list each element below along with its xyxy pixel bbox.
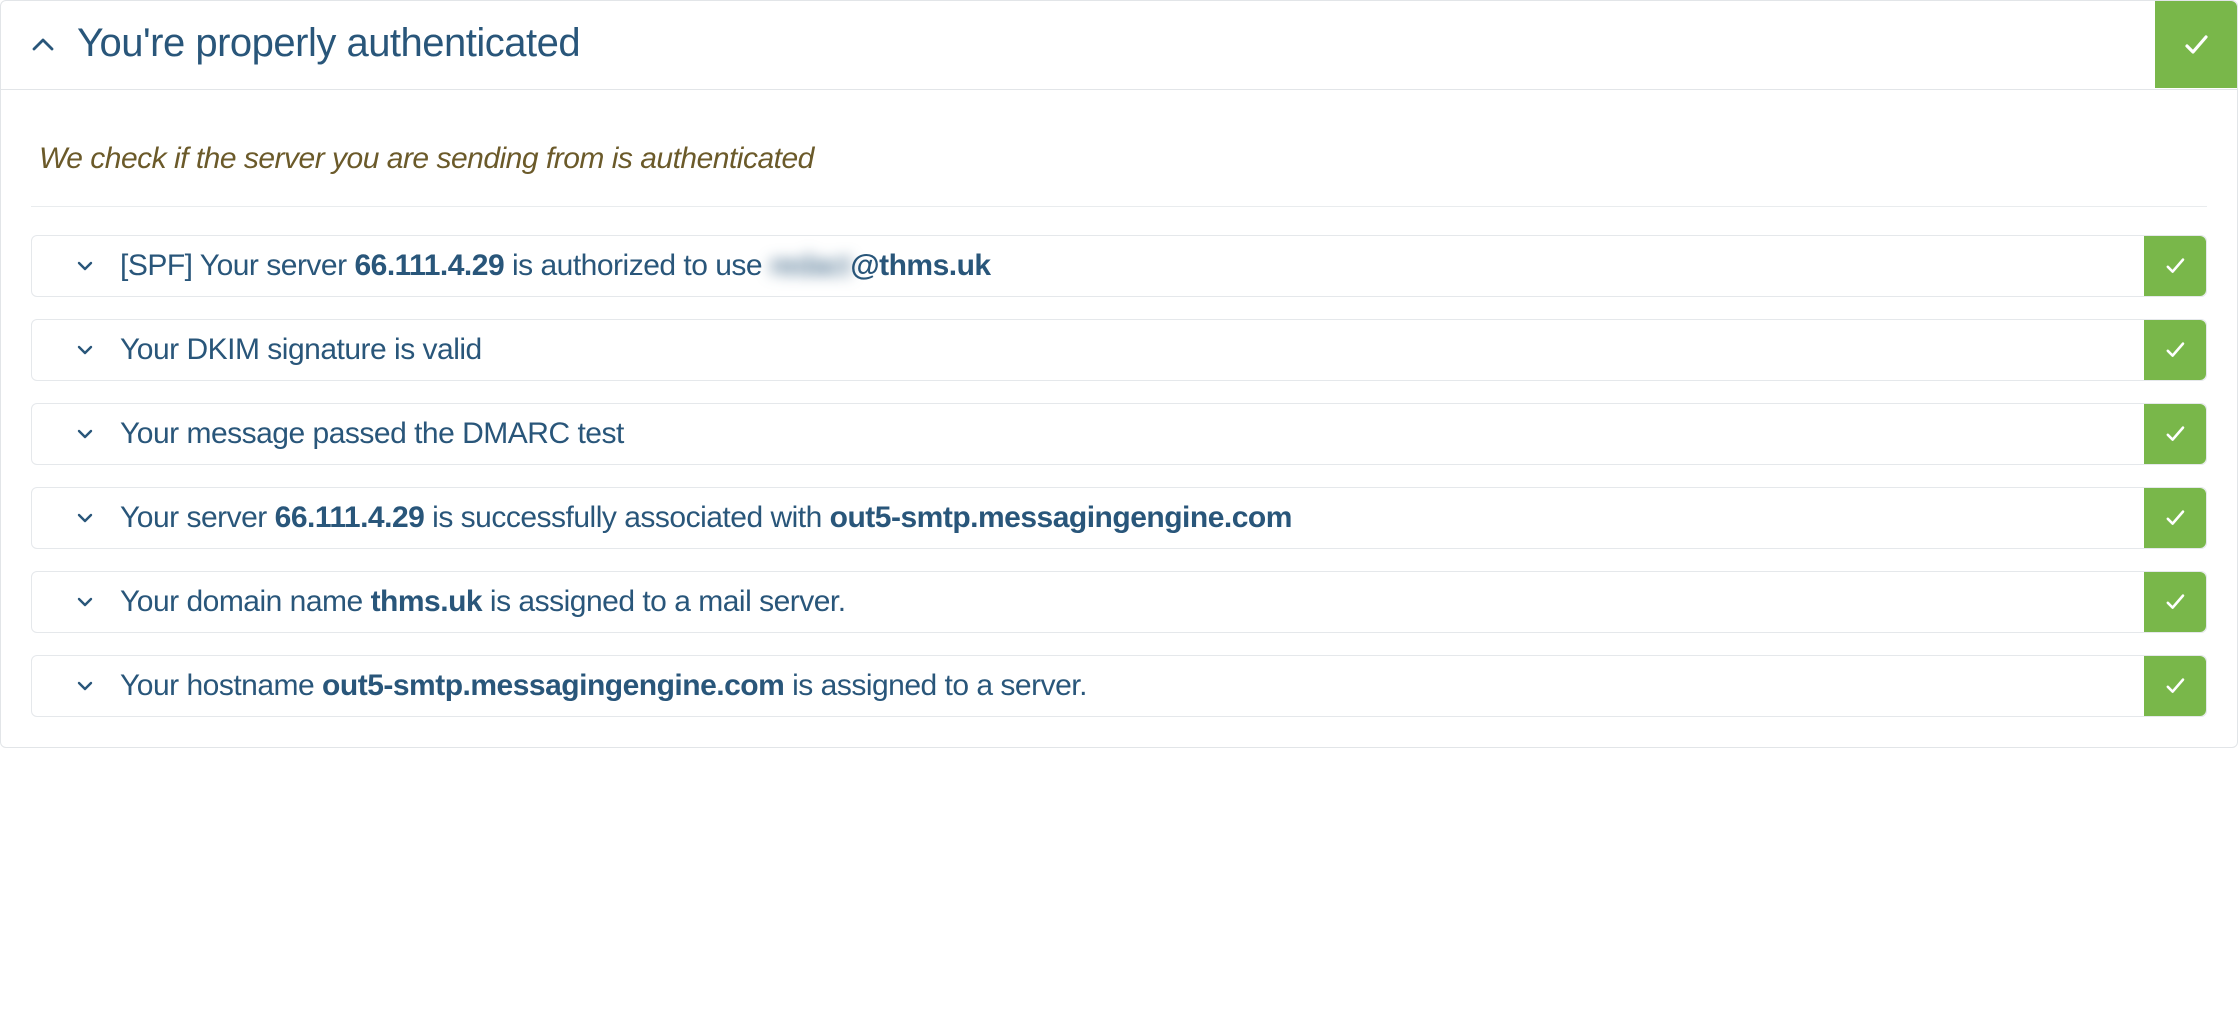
auth-subtitle: We check if the server you are sending f… [31, 120, 2207, 207]
mx-domain: thms.uk [371, 585, 483, 618]
rdns-ip: 66.111.4.29 [275, 501, 425, 534]
dkim-text: Your DKIM signature is valid [120, 333, 482, 367]
auth-panel-header[interactable]: You're properly authenticated [1, 1, 2237, 89]
mx-suffix: is assigned to a mail server. [482, 585, 846, 618]
dkim-row[interactable]: Your DKIM signature is valid [31, 319, 2207, 381]
check-icon [2144, 320, 2206, 380]
check-icon [2144, 404, 2206, 464]
auth-panel-body: We check if the server you are sending f… [1, 89, 2237, 747]
rdns-text: Your server 66.111.4.29 is successfully … [120, 501, 1292, 535]
chevron-down-icon [74, 681, 96, 692]
check-icon [2144, 656, 2206, 716]
check-icon [2144, 236, 2206, 296]
rdns-prefix: Your server [120, 501, 275, 534]
chevron-up-icon [29, 37, 57, 51]
chevron-down-icon [74, 597, 96, 608]
chevron-down-icon [74, 513, 96, 524]
spf-text: [SPF] Your server 66.111.4.29 is authori… [120, 249, 991, 283]
rdns-mid: is successfully associated with [424, 501, 829, 534]
email-local-blurred: redact [770, 249, 850, 283]
spf-ip: 66.111.4.29 [354, 249, 504, 282]
check-icon [2144, 572, 2206, 632]
spf-row[interactable]: [SPF] Your server 66.111.4.29 is authori… [31, 235, 2207, 297]
dmarc-text: Your message passed the DMARC test [120, 417, 624, 451]
a-hostname: out5-smtp.messagingengine.com [322, 669, 784, 702]
chevron-down-icon [74, 345, 96, 356]
auth-panel-title: You're properly authenticated [77, 21, 580, 66]
mx-row[interactable]: Your domain name thms.uk is assigned to … [31, 571, 2207, 633]
a-suffix: is assigned to a server. [784, 669, 1087, 702]
check-icon [2144, 488, 2206, 548]
rdns-row[interactable]: Your server 66.111.4.29 is successfully … [31, 487, 2207, 549]
spf-prefix: [SPF] Your server [120, 249, 354, 282]
a-prefix: Your hostname [120, 669, 322, 702]
rdns-hostname: out5-smtp.messagingengine.com [830, 501, 1292, 534]
mx-text: Your domain name thms.uk is assigned to … [120, 585, 846, 619]
chevron-down-icon [74, 429, 96, 440]
chevron-down-icon [74, 261, 96, 272]
auth-panel: You're properly authenticated We check i… [0, 0, 2238, 748]
mx-prefix: Your domain name [120, 585, 371, 618]
email-domain: @thms.uk [850, 249, 990, 282]
a-record-text: Your hostname out5-smtp.messagingengine.… [120, 669, 1087, 703]
dmarc-row[interactable]: Your message passed the DMARC test [31, 403, 2207, 465]
a-record-row[interactable]: Your hostname out5-smtp.messagingengine.… [31, 655, 2207, 717]
check-icon [2155, 1, 2237, 88]
spf-mid: is authorized to use [504, 249, 770, 282]
